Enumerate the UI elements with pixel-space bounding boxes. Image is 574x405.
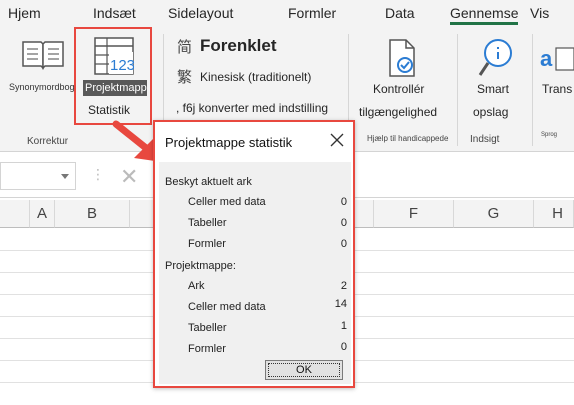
chevron-down-icon[interactable] xyxy=(61,174,69,179)
traditional-chinese-icon: 繁 xyxy=(177,68,192,86)
formula-bar-grip: ⋮ xyxy=(91,166,105,182)
sheet-tables-value: 0 xyxy=(340,217,347,229)
svg-text:123: 123 xyxy=(110,57,134,74)
smart-lookup-icon xyxy=(478,39,512,76)
accessibility-check-icon xyxy=(389,39,415,77)
translate-icon: a xyxy=(540,46,574,71)
tab-vis[interactable]: Vis xyxy=(530,5,549,21)
workbook-cells-value: 14 xyxy=(334,298,347,310)
kinesisk-button[interactable]: Kinesisk (traditionelt) xyxy=(200,70,311,84)
sheet-cells-value: 0 xyxy=(340,196,347,208)
konverter-button[interactable]: , f6j konverter med indstilling xyxy=(176,101,328,115)
ribbon-tabs: Hjem Indsæt Sidelayout Formler Data Genn… xyxy=(0,0,574,26)
workbook-statistics-icon: 123 xyxy=(94,37,134,75)
workbook-sheets-value: 2 xyxy=(340,280,347,292)
forenklet-button[interactable]: Forenklet xyxy=(200,36,277,56)
simplified-chinese-icon: 简 xyxy=(177,38,192,56)
kontroller-label-1[interactable]: Kontrollér xyxy=(373,82,424,96)
tab-data[interactable]: Data xyxy=(385,5,415,21)
kontroller-label-2[interactable]: tilgængelighed xyxy=(359,105,437,119)
workbook-tables-label: Tabeller xyxy=(188,322,227,334)
svg-text:a: a xyxy=(540,46,553,71)
tab-formler[interactable]: Formler xyxy=(288,5,336,21)
ok-button[interactable]: OK xyxy=(265,360,343,380)
sheet-formulas-label: Formler xyxy=(188,238,226,250)
smart-label-1[interactable]: Smart xyxy=(477,82,509,96)
select-all-corner[interactable] xyxy=(0,200,30,228)
column-header-a[interactable]: A xyxy=(30,200,55,228)
korrektur-group-label: Korrektur xyxy=(27,136,69,147)
workbook-section: Projektmappe: xyxy=(165,260,236,272)
sheet-tables-label: Tabeller xyxy=(188,217,227,229)
workbook-sheets-label: Ark xyxy=(188,280,205,292)
synonym-label: Synonymordbog xyxy=(9,82,75,92)
workbook-cells-label: Celler med data xyxy=(188,301,266,313)
svg-text:繁: 繁 xyxy=(177,68,192,86)
translate-button[interactable]: Trans xyxy=(542,82,572,96)
tab-sidelayout[interactable]: Sidelayout xyxy=(168,5,233,21)
workbook-formulas-label: Formler xyxy=(188,343,226,355)
workbook-tables-value: 1 xyxy=(340,320,347,332)
dialog-body: Beskyt aktuelt ark Celler med data 0 Tab… xyxy=(159,162,351,384)
column-header-b[interactable]: B xyxy=(55,200,130,228)
sheet-formulas-value: 0 xyxy=(340,238,347,250)
statistik-label: Statistik xyxy=(88,103,131,117)
workbook-formulas-value: 0 xyxy=(340,341,347,353)
projektmappe-label: Projektmappe xyxy=(83,80,147,96)
tab-gennemse[interactable]: Gennemse xyxy=(450,5,519,25)
thesaurus-icon xyxy=(22,41,64,70)
tab-indsaet[interactable]: Indsæt xyxy=(93,5,136,21)
tab-hjem[interactable]: Hjem xyxy=(8,5,41,21)
close-icon[interactable] xyxy=(327,130,347,150)
indsigt-group-label: Indsigt xyxy=(470,134,500,145)
sprog-group-label: Sprog xyxy=(541,132,558,138)
group-divider xyxy=(457,34,458,146)
column-header-f[interactable]: F xyxy=(374,200,454,228)
svg-text:简: 简 xyxy=(177,38,192,56)
name-box[interactable] xyxy=(0,162,76,190)
column-header-h[interactable]: H xyxy=(534,200,574,228)
dialog-title: Projektmappe statistik xyxy=(165,135,293,150)
group-divider xyxy=(532,34,533,146)
workbook-statistics-dialog: Projektmappe statistik Beskyt aktuelt ar… xyxy=(153,120,355,388)
column-header-g[interactable]: G xyxy=(454,200,534,228)
sheet-cells-label: Celler med data xyxy=(188,196,266,208)
current-sheet-section: Beskyt aktuelt ark xyxy=(165,176,252,188)
handicap-group-label: Hjælp til handicappede xyxy=(367,134,449,143)
smart-label-2[interactable]: opslag xyxy=(473,105,508,119)
